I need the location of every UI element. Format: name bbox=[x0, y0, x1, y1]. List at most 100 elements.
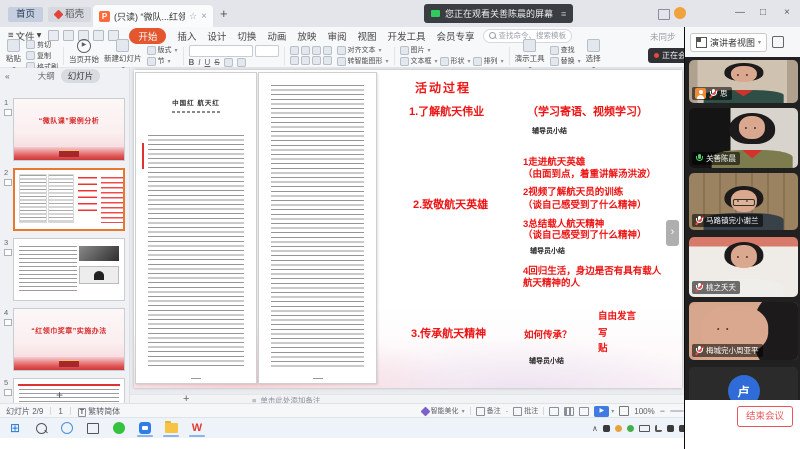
reading-view-icon[interactable] bbox=[579, 407, 589, 416]
reader-mode-icon[interactable] bbox=[658, 9, 670, 20]
taskbar-meeting-app-icon[interactable] bbox=[136, 419, 154, 437]
number-list-icon[interactable] bbox=[301, 46, 310, 55]
underline-button[interactable]: U bbox=[205, 58, 211, 67]
convert-button[interactable]: T繁转简体 bbox=[78, 406, 120, 417]
tray-volume-icon[interactable] bbox=[667, 425, 674, 432]
menu-tab-开发工具[interactable]: 开发工具 bbox=[387, 29, 425, 43]
end-meeting-button[interactable]: 结束会议 bbox=[737, 406, 793, 427]
taskbar-task-view-icon[interactable] bbox=[84, 419, 102, 437]
normal-view-icon[interactable] bbox=[549, 407, 559, 416]
cut-button[interactable]: 剪切 bbox=[26, 40, 58, 50]
slide-thumbnail-4[interactable]: “红领巾奖章”实施办法 bbox=[13, 308, 125, 371]
participant-tile[interactable]: 梅城完小周亚平 bbox=[689, 302, 798, 360]
tray-network-icon[interactable] bbox=[655, 425, 662, 432]
maximize-button[interactable]: □ bbox=[760, 7, 766, 18]
indent-increase-icon[interactable] bbox=[323, 46, 332, 55]
taskbar-search-icon[interactable] bbox=[32, 419, 50, 437]
close-tab-icon[interactable]: × bbox=[201, 11, 207, 22]
menu-tab-会员专享[interactable]: 会员专享 bbox=[436, 29, 474, 43]
strikethrough-button[interactable]: S bbox=[214, 58, 219, 67]
slideshow-play-button[interactable]: ▶ bbox=[594, 406, 609, 417]
tab-document[interactable]: P (只读) “微队...红领巾奖章分析 ☆ × bbox=[92, 4, 214, 27]
taskbar-cortana-icon[interactable] bbox=[58, 419, 76, 437]
font-color-icon[interactable] bbox=[224, 58, 233, 67]
screen-share-banner[interactable]: 您正在观看关善陈晨的屏幕 ≡ bbox=[424, 4, 573, 23]
taskbar-file-explorer-icon[interactable] bbox=[162, 419, 180, 437]
line-spacing-icon[interactable] bbox=[323, 56, 332, 65]
slide-layout-icon bbox=[4, 319, 12, 326]
arrange-button[interactable]: 排列 bbox=[473, 56, 504, 66]
user-avatar[interactable] bbox=[674, 7, 686, 19]
menu-tab-动画[interactable]: 动画 bbox=[267, 29, 286, 43]
highlight-icon[interactable] bbox=[237, 58, 246, 67]
participant-tile[interactable]: 思 bbox=[689, 60, 798, 103]
menu-tab-放映[interactable]: 放映 bbox=[297, 29, 316, 43]
taskbar-start-icon[interactable]: ⊞ bbox=[6, 419, 24, 437]
font-size-select[interactable] bbox=[255, 45, 279, 57]
bold-button[interactable]: B bbox=[189, 58, 195, 67]
menu-tab-切换[interactable]: 切换 bbox=[237, 29, 256, 43]
favorite-icon[interactable]: ☆ bbox=[189, 11, 197, 22]
indent-decrease-icon[interactable] bbox=[312, 46, 321, 55]
section-button[interactable]: 节 bbox=[147, 56, 178, 66]
view-mode-button[interactable]: 演讲者视图 ▾ bbox=[690, 33, 767, 52]
align-left-icon[interactable] bbox=[290, 56, 299, 65]
bullet-list-icon[interactable] bbox=[290, 46, 299, 55]
participant-tile[interactable]: 卢 bbox=[689, 367, 798, 400]
tray-app-orange-icon[interactable] bbox=[615, 425, 622, 432]
slide-thumbnail-5[interactable] bbox=[13, 378, 125, 403]
banner-menu-icon[interactable]: ≡ bbox=[561, 9, 566, 19]
slide-thumbnail-3[interactable] bbox=[13, 238, 125, 301]
align-right-icon[interactable] bbox=[312, 56, 321, 65]
taskbar-wps-icon[interactable]: W bbox=[188, 419, 206, 437]
minimize-button[interactable]: — bbox=[735, 7, 745, 18]
menu-tab-视图[interactable]: 视图 bbox=[357, 29, 376, 43]
tab-docer[interactable]: 稻壳 bbox=[48, 7, 91, 22]
sorter-view-icon[interactable] bbox=[564, 407, 574, 416]
collapse-panel-button[interactable]: « bbox=[5, 71, 10, 81]
cut-icon bbox=[26, 40, 35, 49]
participant-tile[interactable]: 关善陈晨 bbox=[689, 108, 798, 168]
taskbar-wechat-icon[interactable] bbox=[110, 419, 128, 437]
tab-home[interactable]: 首页 bbox=[8, 7, 43, 22]
font-name-select[interactable] bbox=[189, 45, 253, 57]
notes-button[interactable]: 备注 bbox=[476, 406, 501, 416]
add-slide-button[interactable]: + bbox=[56, 388, 63, 402]
tray-expand-icon[interactable]: ∧ bbox=[592, 425, 598, 432]
zoom-out-button[interactable]: − bbox=[660, 406, 665, 416]
text-box-button[interactable]: 文本框 bbox=[400, 56, 438, 66]
find-button[interactable]: 查找 bbox=[550, 45, 581, 55]
slide-thumbnail-1[interactable]: “微队课”案例分析 bbox=[13, 98, 125, 161]
menu-tab-审阅[interactable]: 审阅 bbox=[327, 29, 346, 43]
italic-button[interactable]: I bbox=[198, 58, 200, 67]
tab-outline[interactable]: 大纲 bbox=[38, 70, 55, 82]
current-slide[interactable]: 中国红 航天红 活动过程1.了解航天伟业（学习寄语、视频学习）辅导员小结1走进航… bbox=[134, 70, 682, 388]
participant-tile[interactable]: 桃之夭夭 bbox=[689, 237, 798, 297]
participant-tile[interactable]: 马路镇完小谢兰 bbox=[689, 173, 798, 230]
tray-battery-icon[interactable] bbox=[639, 425, 650, 432]
picture-button[interactable]: 图片 bbox=[400, 45, 504, 55]
align-text-button[interactable]: 对齐文本 bbox=[337, 45, 389, 55]
smart-graphic-button[interactable]: 转智能图形 bbox=[337, 56, 389, 66]
mic-muted-icon bbox=[695, 283, 703, 293]
align-center-icon[interactable] bbox=[301, 56, 310, 65]
replace-button[interactable]: 替换 bbox=[550, 56, 581, 66]
tab-slides[interactable]: 幻灯片 bbox=[61, 69, 101, 83]
fullscreen-icon[interactable] bbox=[772, 36, 784, 48]
tray-app-green-icon[interactable] bbox=[627, 425, 634, 432]
mic-slash bbox=[695, 216, 704, 225]
layout-button[interactable]: 版式 bbox=[147, 45, 178, 55]
shape-button[interactable]: 形状 bbox=[440, 56, 471, 66]
new-tab-button[interactable]: + bbox=[220, 6, 228, 21]
close-button[interactable]: × bbox=[784, 7, 790, 18]
menu-tab-插入[interactable]: 插入 bbox=[177, 29, 196, 43]
menu-tab-设计[interactable]: 设计 bbox=[207, 29, 226, 43]
beautify-button[interactable]: 智能美化 bbox=[422, 406, 465, 416]
zoom-slider[interactable] bbox=[670, 410, 684, 412]
slide-thumbnail-2[interactable] bbox=[13, 168, 125, 231]
copy-button[interactable]: 复制 bbox=[26, 51, 58, 61]
comments-button[interactable]: 批注 bbox=[513, 406, 538, 416]
tray-mic-icon[interactable] bbox=[603, 425, 610, 432]
fit-to-window-icon[interactable] bbox=[619, 406, 629, 416]
next-slide-button[interactable]: › bbox=[666, 220, 679, 246]
